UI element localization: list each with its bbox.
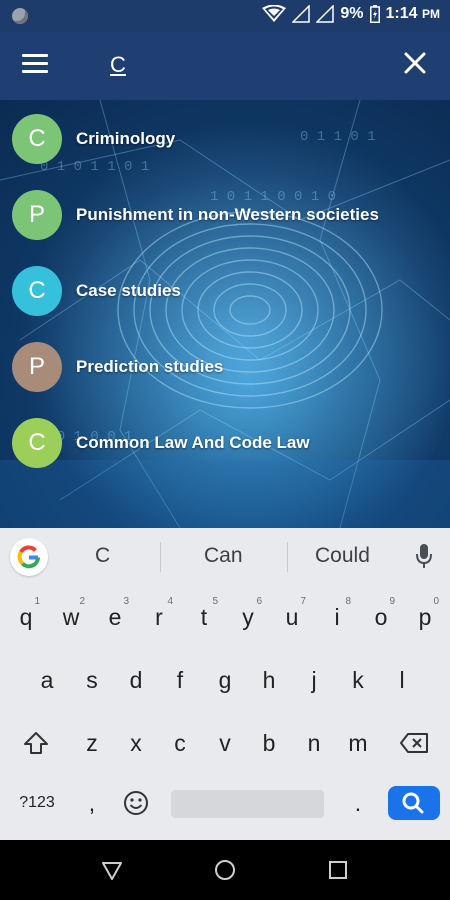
avatar: C xyxy=(12,418,62,468)
search-results-panel: 0 1 0 1 1 0 1 1 0 1 1 0 0 1 0 0 1 1 0 1 … xyxy=(0,100,450,528)
result-label: Punishment in non-Western societies xyxy=(76,205,379,224)
result-item-common-law[interactable]: C Common Law And Code Law xyxy=(12,417,310,469)
key-a[interactable]: a xyxy=(25,655,69,705)
clock: 1:14 PM xyxy=(385,5,440,22)
search-key[interactable] xyxy=(388,786,440,820)
key-b[interactable]: b xyxy=(247,718,291,768)
status-bar: 9% 1:14 PM xyxy=(0,0,450,32)
key-y[interactable]: y6 xyxy=(226,592,270,642)
key-u[interactable]: u7 xyxy=(270,592,314,642)
key-m[interactable]: m xyxy=(336,718,380,768)
suggestion-1[interactable]: C xyxy=(95,544,110,568)
key-k[interactable]: k xyxy=(336,655,380,705)
key-q[interactable]: q1 xyxy=(4,592,48,642)
signal-icon xyxy=(292,5,311,23)
key-j[interactable]: j xyxy=(292,655,336,705)
result-item-criminology[interactable]: C Criminology xyxy=(12,113,175,165)
avatar: C xyxy=(12,266,62,316)
avatar: P xyxy=(12,342,62,392)
backspace-key[interactable] xyxy=(392,718,436,768)
mic-icon[interactable] xyxy=(414,542,434,570)
status-right: 9% 1:14 PM xyxy=(262,5,440,23)
key-v[interactable]: v xyxy=(203,718,247,768)
suggestion-3[interactable]: Could xyxy=(315,544,370,568)
key-w[interactable]: w2 xyxy=(49,592,93,642)
system-nav-bar xyxy=(0,840,450,900)
result-item-punishment[interactable]: P Punishment in non-Western societies xyxy=(12,189,379,241)
suggestion-2[interactable]: Can xyxy=(204,544,243,568)
close-icon[interactable] xyxy=(402,50,428,76)
key-r[interactable]: r4 xyxy=(137,592,181,642)
key-i[interactable]: i8 xyxy=(315,592,359,642)
comma-key[interactable]: , xyxy=(70,778,114,828)
emoji-icon xyxy=(124,791,148,815)
wifi-icon xyxy=(262,5,287,22)
google-icon[interactable] xyxy=(10,538,48,576)
key-h[interactable]: h xyxy=(247,655,291,705)
period-key[interactable]: . xyxy=(336,778,380,828)
home-icon[interactable] xyxy=(213,858,237,882)
result-label: Case studies xyxy=(76,281,181,300)
search-icon xyxy=(402,792,424,814)
menu-button[interactable] xyxy=(22,54,48,76)
soft-keyboard: C Can Could q1 w2 e3 r4 t5 y6 u7 i8 o9 p… xyxy=(0,528,450,840)
key-t[interactable]: t5 xyxy=(182,592,226,642)
result-item-prediction-studies[interactable]: P Prediction studies xyxy=(12,341,223,393)
key-z[interactable]: z xyxy=(70,718,114,768)
app-bar: C xyxy=(0,32,450,100)
space-key[interactable] xyxy=(171,790,324,818)
avatar: P xyxy=(12,190,62,240)
key-e[interactable]: e3 xyxy=(93,592,137,642)
result-label: Criminology xyxy=(76,129,176,148)
recents-icon[interactable] xyxy=(326,858,350,882)
backspace-icon xyxy=(400,733,428,753)
back-icon[interactable] xyxy=(100,858,124,882)
key-x[interactable]: x xyxy=(114,718,158,768)
key-c[interactable]: c xyxy=(158,718,202,768)
key-o[interactable]: o9 xyxy=(359,592,403,642)
emoji-key[interactable] xyxy=(114,778,158,828)
suggestion-strip: C Can Could xyxy=(0,528,450,584)
divider xyxy=(160,542,161,572)
key-s[interactable]: s xyxy=(70,655,114,705)
battery-percent: 9% xyxy=(340,5,364,22)
key-f[interactable]: f xyxy=(158,655,202,705)
avatar: C xyxy=(12,114,62,164)
shift-icon xyxy=(24,732,48,754)
svg-text:0 1 1 0 1: 0 1 1 0 1 xyxy=(300,129,376,145)
key-g[interactable]: g xyxy=(203,655,247,705)
result-label: Common Law And Code Law xyxy=(76,433,310,452)
key-p[interactable]: p0 xyxy=(403,592,447,642)
key-d[interactable]: d xyxy=(114,655,158,705)
shift-key[interactable] xyxy=(14,718,58,768)
signal-icon-2 xyxy=(316,5,335,23)
key-l[interactable]: l xyxy=(380,655,424,705)
result-item-case-studies[interactable]: C Case studies xyxy=(12,265,181,317)
menu-icon xyxy=(22,54,48,57)
search-input[interactable]: C xyxy=(110,52,126,78)
divider xyxy=(287,542,288,572)
battery-icon xyxy=(369,5,380,23)
key-n[interactable]: n xyxy=(292,718,336,768)
result-label: Prediction studies xyxy=(76,357,224,376)
notification-icon xyxy=(12,8,28,24)
symbols-key[interactable]: ?123 xyxy=(12,778,62,828)
